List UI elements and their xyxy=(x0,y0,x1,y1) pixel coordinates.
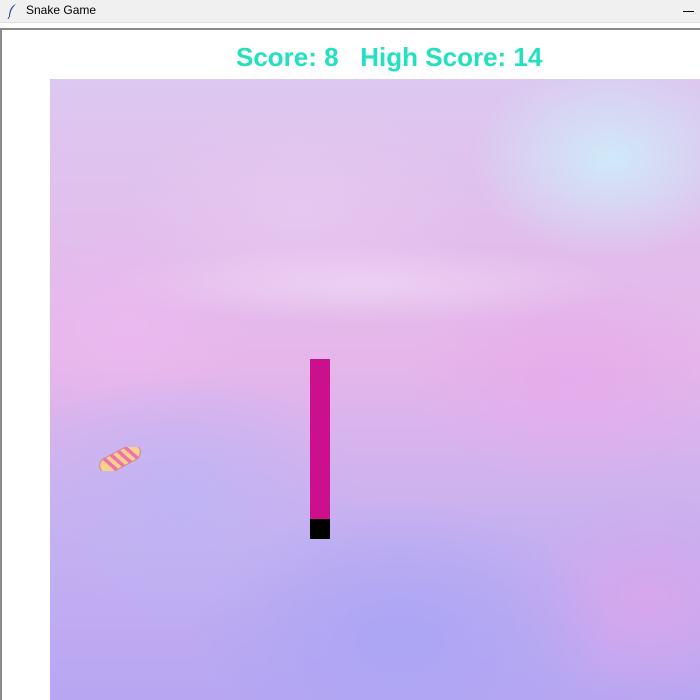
score-display: Score: 8 High Score: 14 xyxy=(236,42,543,72)
snake-head xyxy=(310,519,330,539)
snake-segment xyxy=(310,379,330,399)
title-bar: Snake Game xyxy=(0,0,700,23)
feather-icon xyxy=(7,4,16,19)
snake-segment xyxy=(310,399,330,419)
minimize-button[interactable] xyxy=(678,0,700,22)
candy-icon xyxy=(99,447,141,471)
snake-segment xyxy=(310,479,330,499)
watercolor-background xyxy=(50,79,700,700)
background-cloud xyxy=(110,244,630,324)
snake-segment xyxy=(310,359,330,379)
snake-segment xyxy=(310,499,330,519)
snake-segment xyxy=(310,419,330,439)
snake-segment xyxy=(310,439,330,459)
game-canvas[interactable] xyxy=(50,79,700,700)
window-title: Snake Game xyxy=(26,3,97,17)
snake-segment xyxy=(310,459,330,479)
